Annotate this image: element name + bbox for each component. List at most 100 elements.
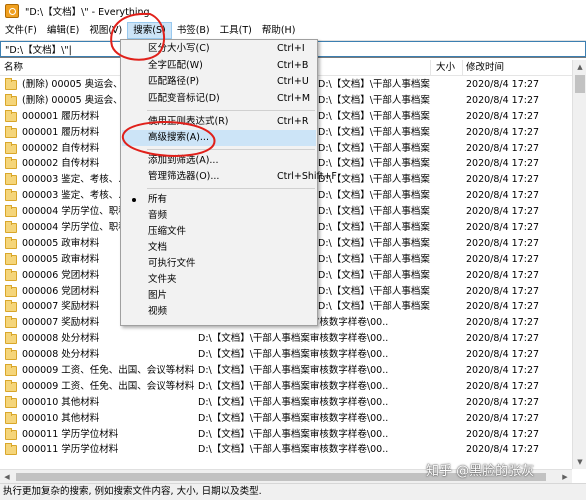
menu-item-organize-filters[interactable]: 管理筛选器(O)... Ctrl+Shift+F [122, 169, 337, 185]
selected-bullet-icon [132, 198, 136, 202]
column-divider[interactable] [462, 60, 463, 76]
title-bar: "D:\【文档】\" - Everything [0, 0, 586, 22]
table-row[interactable]: 000008 处分材料 D:\【文档】\干部人事档案审核数字样卷\00... 202… [0, 331, 572, 347]
menu-item-match-diacritics[interactable]: 匹配变音标记(D) Ctrl+M [122, 91, 316, 107]
menu-item-label: 管理筛选器(O)... [148, 171, 220, 182]
menu-item-add-to-filters[interactable]: 添加到筛选(A)... [122, 153, 316, 169]
table-row[interactable]: 000011 学历学位材料 D:\【文档】\干部人事档案审核数字样卷\00... 2… [0, 442, 572, 458]
folder-icon [5, 379, 17, 392]
table-row[interactable]: 000010 其他材料 D:\【文档】\干部人事档案审核数字样卷\00... 202… [0, 411, 572, 427]
menu-item-filter-compressed[interactable]: 压缩文件 [122, 224, 316, 240]
vertical-scrollbar[interactable]: ▲ ▼ [572, 60, 586, 469]
folder-icon [5, 411, 17, 424]
row-name: 000006 党团材料 [22, 269, 100, 281]
menu-item-advanced-search[interactable]: 高级搜索(A)... [122, 130, 316, 146]
menu-item-filter-picture[interactable]: 图片 [122, 288, 316, 304]
menu-item-shortcut: Ctrl+U [277, 76, 309, 87]
row-date: 2020/8/4 17:27 [466, 206, 540, 218]
column-size-header[interactable]: 大小 [436, 60, 458, 76]
table-row[interactable]: 000009 工资、任免、出国、会议等材料 D:\【文档】\干部人事档案审核数字样… [0, 363, 572, 379]
scroll-right-arrow-icon[interactable]: ▶ [558, 470, 572, 484]
scroll-thumb[interactable] [575, 75, 585, 93]
menu-help[interactable]: 帮助(H) [257, 22, 301, 39]
row-name: 000008 处分材料 [22, 333, 100, 345]
menu-item-filter-all[interactable]: 所有 [122, 192, 316, 208]
menu-search[interactable]: 搜索(S) [127, 22, 172, 39]
menu-item-label: 视频 [148, 306, 168, 317]
folder-icon [5, 427, 17, 440]
row-path: D:\【文档】\干部人事档案审核数字样卷\00... [198, 365, 388, 377]
menu-item-label: 使用正则表达式(R) [148, 116, 229, 127]
row-path-visible: D:\【文档】\干部人事档案审核数字样卷\00... [318, 142, 430, 154]
table-row[interactable]: 000008 处分材料 D:\【文档】\干部人事档案审核数字样卷\00... 202… [0, 347, 572, 363]
folder-icon [5, 332, 17, 345]
scroll-down-arrow-icon[interactable]: ▼ [573, 455, 586, 469]
menu-item-match-whole-word[interactable]: 全字匹配(W) Ctrl+B [122, 58, 316, 74]
menu-item-filter-folder[interactable]: 文件夹 [122, 272, 316, 288]
row-date: 2020/8/4 17:27 [466, 110, 540, 122]
table-row[interactable]: 000010 其他材料 D:\【文档】\干部人事档案审核数字样卷\00... 202… [0, 395, 572, 411]
menu-tools[interactable]: 工具(T) [215, 22, 257, 39]
menu-item-label: 文档 [148, 242, 168, 253]
table-row[interactable]: 000011 学历学位材料 D:\【文档】\干部人事档案审核数字样卷\00... 2… [0, 427, 572, 443]
column-date-header[interactable]: 修改时间 [466, 60, 504, 76]
row-date: 2020/8/4 17:27 [466, 142, 540, 154]
folder-icon [5, 252, 17, 265]
scroll-left-arrow-icon[interactable]: ◀ [0, 470, 14, 484]
row-path-visible: D:\【文档】\干部人事档案审核数字样卷\00... [318, 126, 430, 138]
row-path-visible: D:\【文档】\干部人事档案审核数字样卷\00... [318, 190, 430, 202]
menu-item-match-case[interactable]: 区分大小写(C) Ctrl+I [122, 41, 316, 57]
table-row[interactable]: 000009 工资、任免、出国、会议等材料 D:\【文档】\干部人事档案审核数字样… [0, 379, 572, 395]
row-path: D:\【文档】\干部人事档案审核数字样卷\00... [198, 380, 388, 392]
folder-icon [5, 316, 17, 329]
menu-edit[interactable]: 编辑(E) [42, 22, 84, 39]
column-name-header[interactable]: 名称 [4, 60, 23, 76]
row-name: (删除) 00005 奥运会、... [22, 79, 132, 90]
row-date: 2020/8/4 17:27 [466, 253, 540, 265]
row-name: 000002 自传材料 [22, 142, 100, 154]
row-path-visible: D:\【文档】\干部人事档案审核数字样卷\00... [318, 301, 430, 313]
menu-item-filter-executable[interactable]: 可执行文件 [122, 256, 316, 272]
row-date: 2020/8/4 17:27 [466, 301, 540, 313]
menu-separator [147, 188, 315, 189]
menu-bookmarks[interactable]: 书签(B) [172, 22, 215, 39]
menu-item-filter-document[interactable]: 文档 [122, 240, 316, 256]
row-name: 000001 履历材料 [22, 110, 100, 122]
folder-icon [5, 221, 17, 234]
menu-item-filter-audio[interactable]: 音频 [122, 208, 316, 224]
folder-icon [5, 348, 17, 361]
menu-item-label: 匹配路径(P) [148, 76, 200, 87]
row-path: D:\【文档】\干部人事档案审核数字样卷\00... [198, 349, 388, 361]
row-date: 2020/8/4 17:27 [466, 79, 540, 90]
row-date: 2020/8/4 17:27 [466, 412, 540, 424]
row-date: 2020/8/4 17:27 [466, 428, 540, 440]
row-name: 000010 其他材料 [22, 412, 100, 424]
row-name: 000002 自传材料 [22, 158, 100, 170]
column-divider[interactable] [430, 60, 431, 76]
scroll-up-arrow-icon[interactable]: ▲ [573, 60, 586, 74]
row-date: 2020/8/4 17:27 [466, 333, 540, 345]
menu-item-label: 文件夹 [148, 274, 177, 285]
menu-item-shortcut: Ctrl+Shift+F [277, 171, 337, 182]
row-date: 2020/8/4 17:27 [466, 444, 540, 456]
row-date: 2020/8/4 17:27 [466, 94, 540, 106]
row-date: 2020/8/4 17:27 [466, 285, 540, 297]
row-name: 000003 鉴定、考核、... [22, 190, 128, 202]
row-date: 2020/8/4 17:27 [466, 158, 540, 170]
menu-file[interactable]: 文件(F) [0, 22, 42, 39]
menu-view[interactable]: 视图(V) [84, 22, 127, 39]
row-path-visible: D:\【文档】\干部人事档案审核数字样卷\00... [318, 110, 430, 122]
row-name: 000007 奖励材料 [22, 301, 100, 313]
row-name: 000005 政审材料 [22, 237, 100, 249]
row-name: 000011 学历学位材料 [22, 428, 119, 440]
row-name: 000011 学历学位材料 [22, 444, 119, 456]
row-name: 000007 奖励材料 [22, 317, 100, 329]
row-date: 2020/8/4 17:27 [466, 365, 540, 377]
menu-item-match-path[interactable]: 匹配路径(P) Ctrl+U [122, 74, 316, 90]
folder-icon [5, 205, 17, 218]
menu-item-regex[interactable]: 使用正则表达式(R) Ctrl+R [122, 114, 316, 130]
folder-icon [5, 141, 17, 154]
menu-item-filter-video[interactable]: 视频 [122, 304, 316, 320]
menu-item-label: 可执行文件 [148, 258, 196, 269]
row-path-visible: D:\【文档】\干部人事档案审核数字样卷\00... [318, 269, 430, 281]
